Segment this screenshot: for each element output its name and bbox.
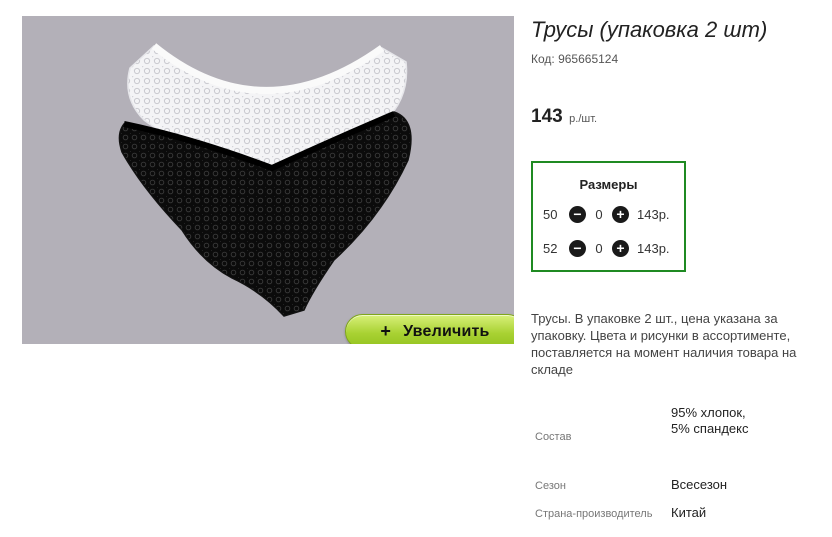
size-row: 52 − 0 + 143р. xyxy=(543,239,670,257)
minus-icon[interactable]: − xyxy=(569,239,586,257)
plus-icon[interactable]: + xyxy=(612,239,629,257)
property-value: Всесезон xyxy=(671,477,728,492)
property-value: Китай xyxy=(671,505,707,520)
price-unit: р./шт. xyxy=(569,113,598,125)
price-value: 143 xyxy=(531,106,563,127)
property-label: Страна-производитель xyxy=(535,508,653,520)
property-label: Состав xyxy=(535,431,572,443)
product-photo[interactable]: + Увеличить xyxy=(22,16,514,344)
product-description: Трусы. В упаковке 2 шт., цена указана за… xyxy=(531,311,797,377)
minus-icon[interactable]: − xyxy=(569,205,586,223)
quantity-value: 0 xyxy=(595,240,603,256)
size-price: 143р. xyxy=(637,240,670,256)
size-price: 143р. xyxy=(637,206,670,222)
product-price: 143 р./шт. xyxy=(531,106,597,128)
product-title: Трусы (упаковка 2 шт) xyxy=(531,17,768,42)
sizes-box: Размеры 50 − 0 + 143р. 52 − 0 + 143р. xyxy=(531,161,686,272)
product-code: Код: 965665124 xyxy=(531,52,619,66)
quantity-value: 0 xyxy=(595,206,603,222)
zoom-button[interactable]: + Увеличить xyxy=(345,314,514,344)
size-label: 50 xyxy=(543,206,558,222)
sizes-title: Размеры xyxy=(579,177,638,192)
zoom-button-label: Увеличить xyxy=(403,322,490,340)
size-row: 50 − 0 + 143р. xyxy=(543,205,670,223)
product-image xyxy=(118,43,412,317)
plus-icon: + xyxy=(380,321,392,341)
plus-icon[interactable]: + xyxy=(612,205,629,223)
property-value: 95% хлопок, 5% спандекс xyxy=(671,405,749,436)
size-label: 52 xyxy=(543,240,558,256)
property-label: Сезон xyxy=(535,480,566,492)
